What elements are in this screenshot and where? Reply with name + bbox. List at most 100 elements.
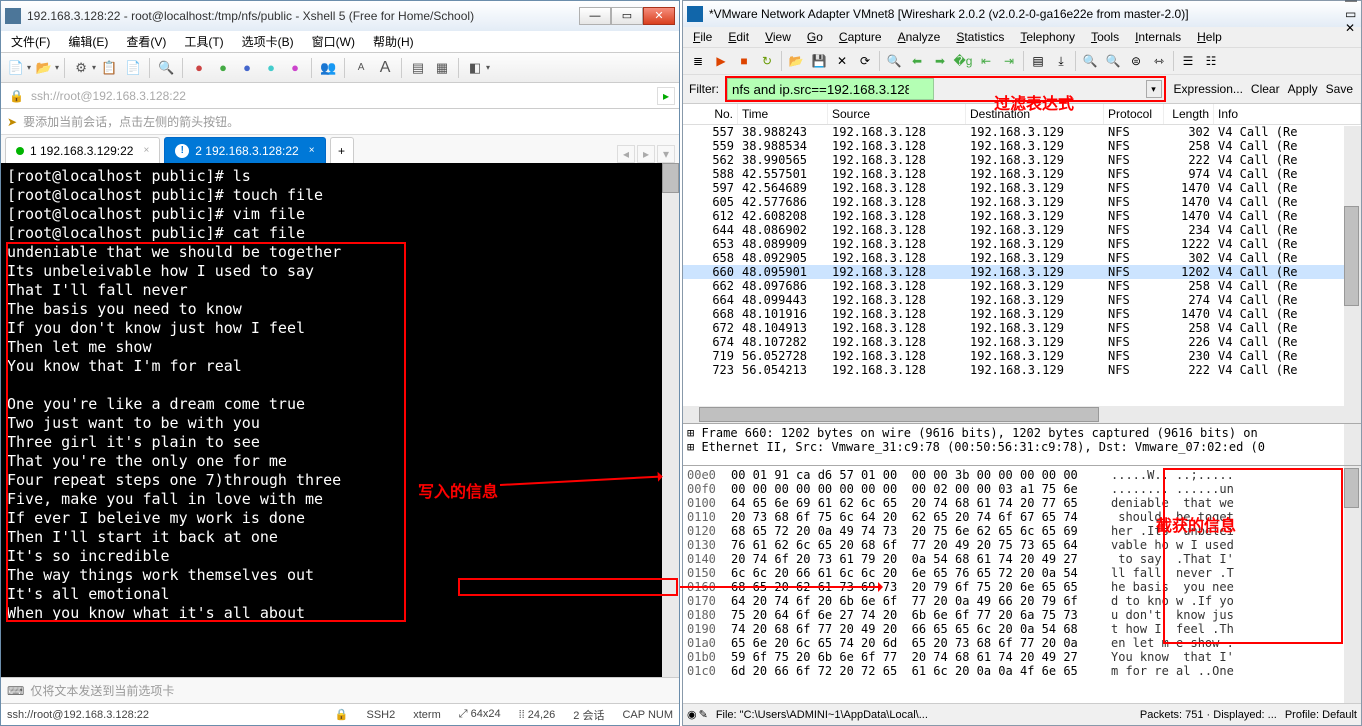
forward-icon[interactable]: ➡ [929, 50, 951, 72]
first-icon[interactable]: ⇤ [975, 50, 997, 72]
hex-row[interactable]: 014020 74 6f 20 73 61 79 20 0a 54 68 61 … [687, 552, 1357, 566]
packet-row[interactable]: 71956.052728192.168.3.128192.168.3.129NF… [683, 349, 1361, 363]
menu-internals[interactable]: Internals [1129, 29, 1187, 45]
maximize-button[interactable]: ▭ [611, 7, 643, 25]
zoom-1-icon[interactable]: ⊜ [1125, 50, 1147, 72]
filter-input[interactable] [727, 78, 934, 100]
color-red-icon[interactable]: ● [188, 57, 210, 79]
packet-header[interactable]: No. Time Source Destination Protocol Len… [683, 104, 1361, 125]
tab-close-icon[interactable]: × [309, 145, 315, 156]
hex-vscroll[interactable] [1344, 466, 1361, 703]
color-blue-icon[interactable]: ● [236, 57, 258, 79]
menu-tools[interactable]: Tools [1085, 29, 1125, 45]
close-icon[interactable]: ✕ [831, 50, 853, 72]
props-icon[interactable]: ⚙ [70, 57, 92, 79]
close-button[interactable]: ✕ [643, 7, 675, 25]
maximize-button[interactable]: ▭ [1345, 7, 1357, 21]
packet-row[interactable]: 61242.608208192.168.3.128192.168.3.129NF… [683, 209, 1361, 223]
packet-row[interactable]: 65848.092905192.168.3.128192.168.3.129NF… [683, 251, 1361, 265]
filter-btn-expression[interactable]: Expression... [1170, 82, 1247, 96]
hex-row[interactable]: 016068 65 20 62 61 73 69 73 20 79 6f 75 … [687, 580, 1357, 594]
hex-row[interactable]: 019074 20 68 6f 77 20 49 20 66 65 65 6c … [687, 622, 1357, 636]
col-time[interactable]: Time [738, 104, 828, 124]
save-icon[interactable]: 💾 [808, 50, 830, 72]
xshell-titlebar[interactable]: 192.168.3.128:22 - root@localhost:/tmp/n… [1, 1, 679, 31]
users-icon[interactable]: 👥 [317, 57, 339, 79]
back-icon[interactable]: ⬅ [906, 50, 928, 72]
packet-row[interactable]: 66248.097686192.168.3.128192.168.3.129NF… [683, 279, 1361, 293]
expert-icon[interactable]: ◉ [687, 708, 697, 721]
font-small-icon[interactable]: A [350, 57, 372, 79]
cascade-icon[interactable]: ▤ [407, 57, 429, 79]
hex-row[interactable]: 012068 65 72 20 0a 49 74 73 20 75 6e 62 … [687, 524, 1357, 538]
col-dst[interactable]: Destination [966, 104, 1104, 124]
tile-icon[interactable]: ▦ [431, 57, 453, 79]
menu-帮助(H)[interactable]: 帮助(H) [367, 31, 420, 52]
packet-row[interactable]: 60542.577686192.168.3.128192.168.3.129NF… [683, 195, 1361, 209]
minimize-button[interactable]: — [579, 7, 611, 25]
color-magenta-icon[interactable]: ● [284, 57, 306, 79]
find-icon[interactable]: 🔍 [155, 57, 177, 79]
menu-编辑(E)[interactable]: 编辑(E) [62, 31, 114, 52]
packet-row[interactable]: 55738.988243192.168.3.128192.168.3.129NF… [683, 125, 1361, 139]
tab-nav-icon[interactable]: ◧ [464, 57, 486, 79]
tab-nav-1[interactable]: ▸ [637, 145, 655, 163]
hex-row[interactable]: 00f000 00 00 00 00 00 00 00 00 02 00 00 … [687, 482, 1357, 496]
hex-row[interactable]: 01c06d 20 66 6f 72 20 72 65 61 6c 20 0a … [687, 664, 1357, 678]
hex-row[interactable]: 00e000 01 91 ca d6 57 01 00 00 00 3b 00 … [687, 468, 1357, 482]
address-text[interactable]: ssh://root@192.168.3.128:22 [27, 89, 653, 103]
menu-help[interactable]: Help [1191, 29, 1228, 45]
font-big-icon[interactable]: A [374, 57, 396, 79]
packet-row[interactable]: 66048.095901192.168.3.128192.168.3.129NF… [683, 265, 1361, 279]
annotate-icon[interactable]: ✎ [699, 708, 708, 721]
filter-dropdown[interactable]: ▾ [1146, 80, 1162, 98]
menu-窗口(W)[interactable]: 窗口(W) [306, 31, 361, 52]
menu-telephony[interactable]: Telephony [1014, 29, 1081, 45]
color-cyan-icon[interactable]: ● [260, 57, 282, 79]
zoom-out-icon[interactable]: 🔍 [1102, 50, 1124, 72]
menu-analyze[interactable]: Analyze [892, 29, 947, 45]
send-bar[interactable]: ⌨ 仅将文本发送到当前选项卡 [1, 677, 679, 703]
col-no[interactable]: No. [683, 104, 738, 124]
interfaces-icon[interactable]: ≣ [687, 50, 709, 72]
packet-row[interactable]: 59742.564689192.168.3.128192.168.3.129NF… [683, 181, 1361, 195]
display-filter-icon[interactable]: ☷ [1200, 50, 1222, 72]
tab-nav-2[interactable]: ▾ [657, 145, 675, 163]
menu-工具(T)[interactable]: 工具(T) [178, 31, 229, 52]
packet-row[interactable]: 72356.054213192.168.3.128192.168.3.129NF… [683, 363, 1361, 377]
session-tab-0[interactable]: 1 192.168.3.129:22× [5, 137, 160, 163]
hex-row[interactable]: 01a065 6e 20 6c 65 74 20 6d 65 20 73 68 … [687, 636, 1357, 650]
packet-row[interactable]: 58842.557501192.168.3.128192.168.3.129NF… [683, 167, 1361, 181]
menu-file[interactable]: File [687, 29, 718, 45]
terminal-scrollbar[interactable] [662, 163, 679, 677]
open-icon[interactable]: 📂 [33, 57, 55, 79]
detail-line[interactable]: ⊞ Frame 660: 1202 bytes on wire (9616 bi… [687, 426, 1357, 440]
packet-details[interactable]: ⊞ Frame 660: 1202 bytes on wire (9616 bi… [683, 423, 1361, 465]
copy-button-icon[interactable]: 📋 [98, 57, 120, 79]
packets-vscroll[interactable] [1344, 126, 1361, 406]
hex-row[interactable]: 013076 61 62 6c 65 20 68 6f 77 20 49 20 … [687, 538, 1357, 552]
hex-row[interactable]: 011020 73 68 6f 75 6c 64 20 62 65 20 74 … [687, 510, 1357, 524]
packet-row[interactable]: 66848.101916192.168.3.128192.168.3.129NF… [683, 307, 1361, 321]
hex-pane[interactable]: 00e000 01 91 ca d6 57 01 00 00 00 3b 00 … [683, 465, 1361, 703]
stop-icon[interactable]: ■ [733, 50, 755, 72]
filter-btn-apply[interactable]: Apply [1284, 82, 1322, 96]
packets-hscroll[interactable] [683, 406, 1361, 423]
menu-go[interactable]: Go [801, 29, 829, 45]
packet-row[interactable]: 67448.107282192.168.3.128192.168.3.129NF… [683, 335, 1361, 349]
hex-row[interactable]: 01b059 6f 75 20 6b 6e 6f 77 20 74 68 61 … [687, 650, 1357, 664]
paste-icon[interactable]: 📄 [122, 57, 144, 79]
go-button[interactable]: ▸ [657, 87, 675, 105]
menu-statistics[interactable]: Statistics [950, 29, 1010, 45]
details-vscroll[interactable] [1344, 424, 1361, 465]
resize-cols-icon[interactable]: ⇿ [1148, 50, 1170, 72]
minimize-button[interactable]: — [1345, 0, 1357, 7]
hex-row[interactable]: 018075 20 64 6f 6e 27 74 20 6b 6e 6f 77 … [687, 608, 1357, 622]
last-icon[interactable]: ⇥ [998, 50, 1020, 72]
colorize-icon[interactable]: ▤ [1027, 50, 1049, 72]
start-icon[interactable]: ▶ [710, 50, 732, 72]
color-green-icon[interactable]: ● [212, 57, 234, 79]
tab-close-icon[interactable]: × [143, 145, 149, 156]
hex-row[interactable]: 010064 65 6e 69 61 62 6c 65 20 74 68 61 … [687, 496, 1357, 510]
capture-filter-icon[interactable]: ☰ [1177, 50, 1199, 72]
